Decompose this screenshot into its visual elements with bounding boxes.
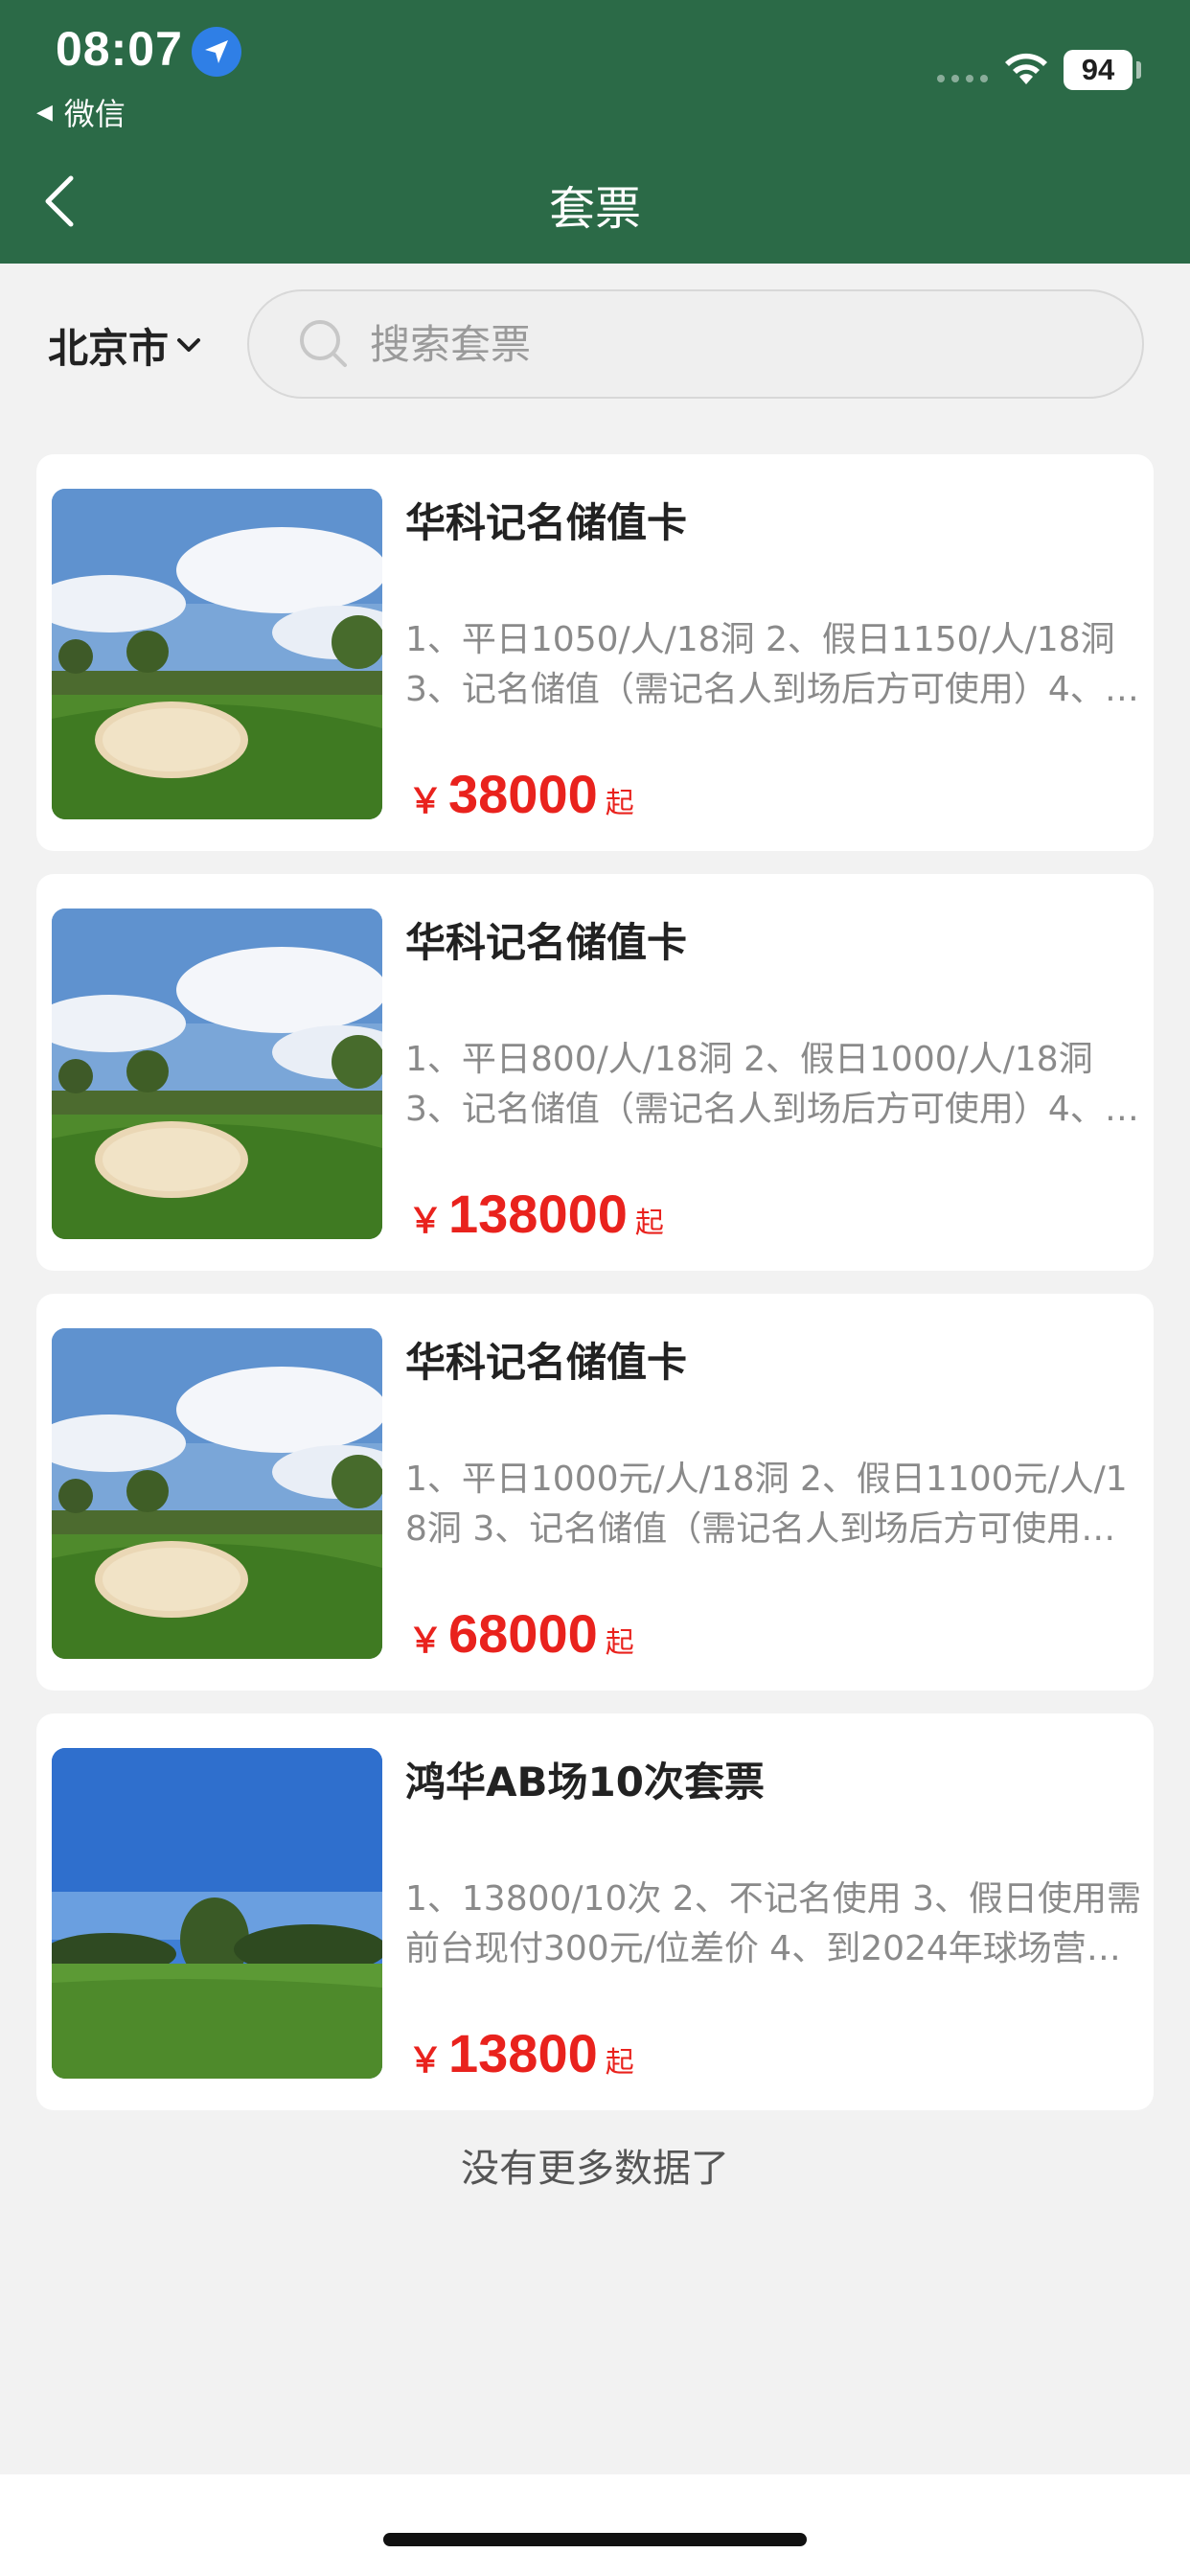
price-amount: 138000 <box>448 1184 628 1244</box>
price-amount: 13800 <box>448 2023 598 2083</box>
search-input[interactable] <box>370 320 1041 368</box>
bottom-safe-area <box>0 2474 1190 2576</box>
location-arrow-icon <box>192 27 241 77</box>
currency-symbol: ￥ <box>408 1622 444 1661</box>
product-image <box>52 1748 382 2079</box>
product-description: 1、13800/10次 2、不记名使用 3、假日使用需前台现付300元/位差价 … <box>405 1879 1142 1968</box>
product-title: 华科记名储值卡 <box>405 1339 688 1386</box>
product-description: 1、平日800/人/18洞 2、假日1000/人/18洞 3、记名储值（需记名人… <box>405 1040 1139 1129</box>
product-card[interactable]: 华科记名储值卡 1、平日1000元/人/18洞 2、假日1100元/人/18洞 … <box>36 1294 1154 1690</box>
product-description: 1、平日1000元/人/18洞 2、假日1100元/人/18洞 3、记名储值（需… <box>405 1460 1128 1549</box>
price-amount: 68000 <box>448 1603 598 1664</box>
city-selector[interactable]: 北京市 <box>48 316 201 375</box>
page-title: 套票 <box>548 182 641 236</box>
price-suffix: 起 <box>605 2046 634 2080</box>
product-title: 鸿华AB场10次套票 <box>405 1759 765 1806</box>
product-image <box>52 1328 382 1659</box>
product-price: ￥ 13800 起 <box>408 2022 634 2084</box>
currency-symbol: ￥ <box>408 782 444 821</box>
back-app-label: 微信 <box>63 96 126 132</box>
price-suffix: 起 <box>605 787 634 820</box>
product-description: 1、平日1050/人/18洞 2、假日1150/人/18洞 3、记名储值（需记名… <box>405 620 1139 709</box>
nav-header: 08:07 ◀ 微信 94 套票 <box>0 0 1190 264</box>
product-title: 华科记名储值卡 <box>405 499 688 546</box>
price-suffix: 起 <box>605 1626 634 1660</box>
search-bar[interactable] <box>247 289 1144 399</box>
battery-cap <box>1136 61 1141 79</box>
search-icon <box>300 320 347 367</box>
product-card[interactable]: 鸿华AB场10次套票 1、13800/10次 2、不记名使用 3、假日使用需前台… <box>36 1714 1154 2110</box>
city-label: 北京市 <box>48 325 170 372</box>
battery-indicator: 94 <box>1064 50 1133 90</box>
product-image <box>52 908 382 1239</box>
product-card[interactable]: 华科记名储值卡 1、平日1050/人/18洞 2、假日1150/人/18洞 3、… <box>36 454 1154 851</box>
status-time: 08:07 <box>56 22 183 76</box>
chevron-down-icon <box>177 337 201 352</box>
currency-symbol: ￥ <box>408 2041 444 2081</box>
product-title: 华科记名储值卡 <box>405 919 688 966</box>
currency-symbol: ￥ <box>408 1202 444 1241</box>
back-to-app-link[interactable]: ◀ 微信 <box>36 90 126 134</box>
cellular-signal-icon <box>937 75 988 82</box>
home-indicator[interactable] <box>383 2533 807 2546</box>
product-price: ￥ 38000 起 <box>408 763 634 825</box>
product-price: ￥ 138000 起 <box>408 1183 664 1245</box>
no-more-data-text: 没有更多数据了 <box>461 2147 729 2191</box>
product-card[interactable]: 华科记名储值卡 1、平日800/人/18洞 2、假日1000/人/18洞 3、记… <box>36 874 1154 1271</box>
product-image <box>52 489 382 819</box>
product-price: ￥ 68000 起 <box>408 1602 634 1665</box>
price-suffix: 起 <box>634 1207 664 1240</box>
price-amount: 38000 <box>448 764 598 824</box>
back-triangle-icon: ◀ <box>36 100 53 125</box>
wifi-icon <box>1002 50 1050 92</box>
